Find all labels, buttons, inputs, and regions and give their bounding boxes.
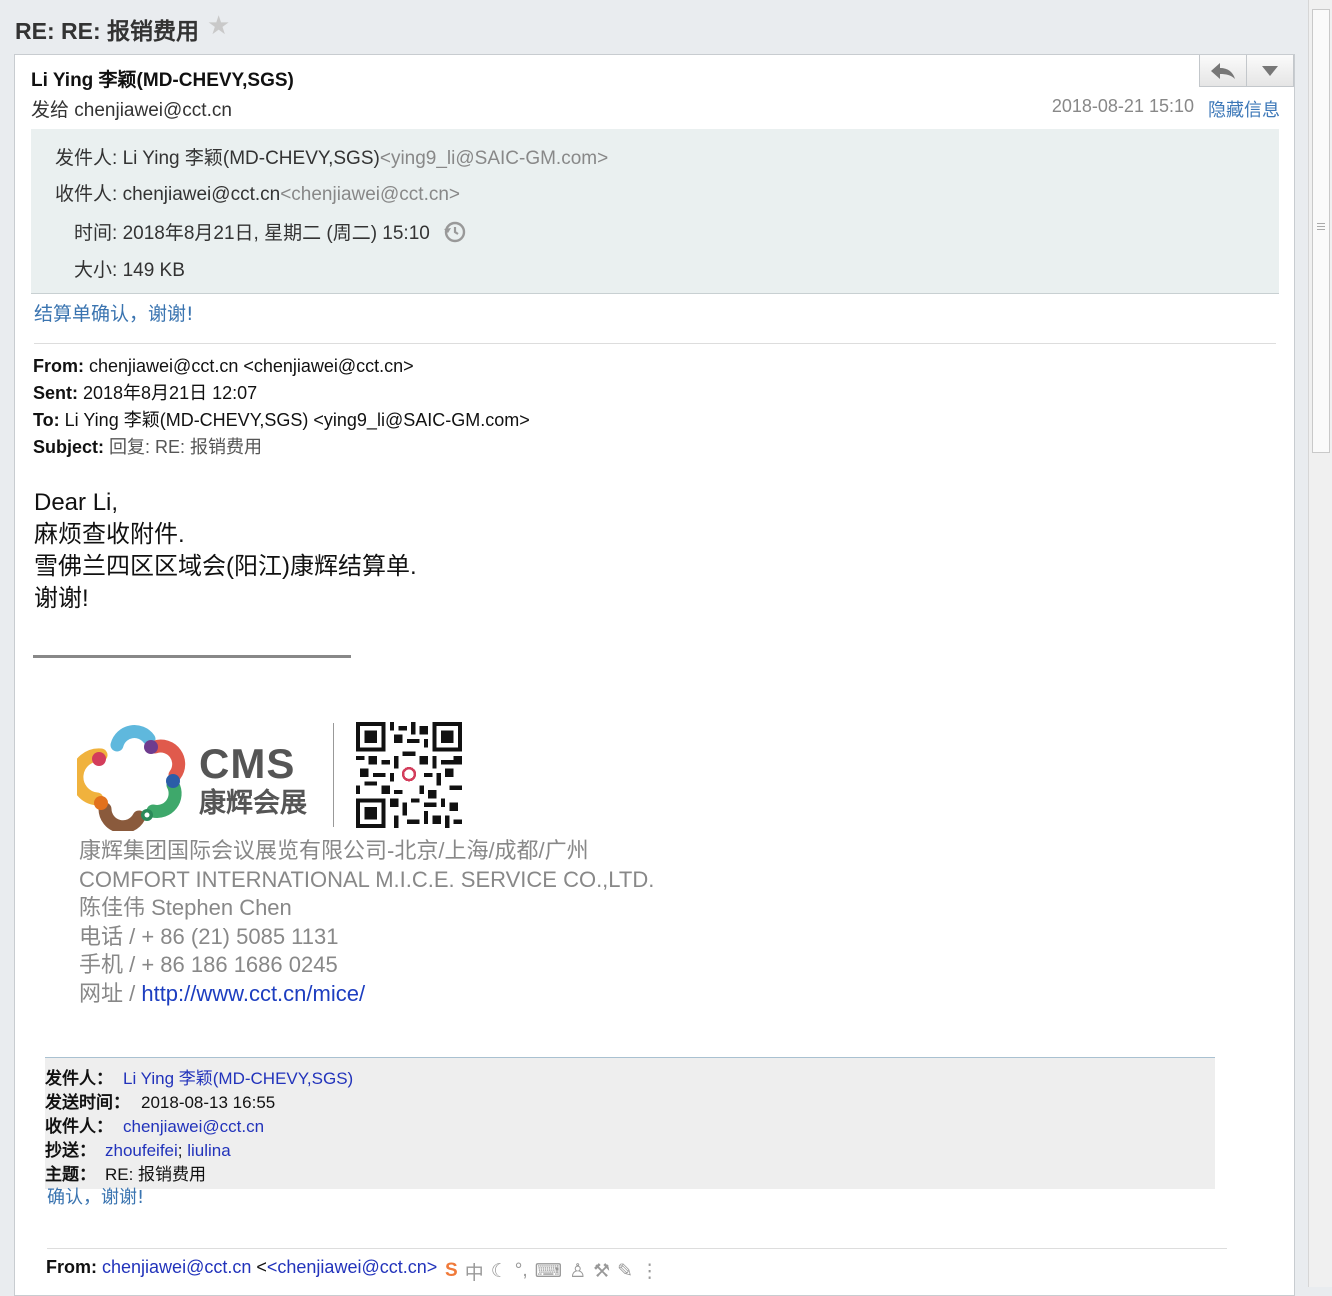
meta-from-email[interactable]: <ying9_li@SAIC-GM.com>	[380, 148, 608, 169]
fwd-cc-value[interactable]: liulina	[187, 1141, 230, 1160]
fwd-subject-value: RE: 报销费用	[105, 1165, 207, 1184]
meta-to-label: 收件人:	[55, 184, 123, 205]
meta-to: 收件人: chenjiawei@cct.cn<chenjiawei@cct.cn…	[55, 179, 460, 206]
vertical-scrollbar[interactable]	[1308, 0, 1332, 1287]
email-meta-panel: 发件人: Li Ying 李颖(MD-CHEVY,SGS)<ying9_li@S…	[31, 129, 1279, 294]
logo-subtitle: 康辉会展	[199, 788, 307, 818]
sig-website-link[interactable]: http://www.cct.cn/mice/	[141, 981, 365, 1006]
meta-to-name[interactable]: chenjiawei@cct.cn	[123, 184, 281, 205]
orig-from-label: From:	[33, 356, 84, 376]
ime-toolbar: S 中 ☾ °, ⌨ ♙ ⚒ ✎ ⋮	[443, 1256, 725, 1286]
body-greeting: Dear Li,	[34, 489, 119, 516]
scrollbar-thumb[interactable]	[1312, 9, 1330, 453]
signature-divider	[33, 655, 351, 658]
more-actions-button[interactable]	[1246, 55, 1293, 86]
from2-bracket-link[interactable]: <chenjiawei@cct.cn>	[267, 1257, 437, 1277]
body-line: 谢谢!	[34, 585, 89, 612]
qr-code-icon	[356, 722, 462, 828]
send-to: 发给 chenjiawei@cct.cn	[31, 100, 232, 121]
second-original-from: From: chenjiawei@cct.cn <<chenjiawei@cct…	[46, 1257, 437, 1278]
fwd-cc-label: 抄送：	[45, 1141, 96, 1160]
fwd-to-label: 收件人：	[45, 1117, 113, 1136]
wrench-icon[interactable]: ⚒	[593, 1260, 610, 1283]
sig-person: 陈佳伟 Stephen Chen	[79, 895, 292, 921]
meta-size-value: 149 KB	[122, 260, 185, 281]
fwd-to-value[interactable]: chenjiawei@cct.cn	[123, 1117, 264, 1136]
star-icon[interactable]: ★	[207, 10, 230, 41]
from2-label: From:	[46, 1257, 97, 1277]
meta-from-name[interactable]: Li Ying 李颖(MD-CHEVY,SGS)	[123, 148, 380, 169]
divider	[47, 1248, 1227, 1249]
meta-from-label: 发件人:	[55, 148, 123, 169]
from2-bracket-email: <<chenjiawei@cct.cn>	[256, 1257, 438, 1277]
moon-icon[interactable]: ☾	[491, 1260, 508, 1283]
orig-sent-label: Sent:	[33, 383, 78, 403]
edit-icon[interactable]: ✎	[617, 1260, 633, 1283]
body-line: 雪佛兰四区区域会(阳江)康辉结算单.	[34, 553, 417, 580]
signature-block: 康辉集团国际会议展览有限公司-北京/上海/成都/广州 COMFORT INTER…	[79, 837, 654, 1009]
from2-email[interactable]: chenjiawei@cct.cn	[102, 1257, 251, 1277]
orig-sent-value: 2018年8月21日 12:07	[78, 383, 258, 403]
reply-message: 结算单确认，谢谢!	[34, 303, 194, 325]
meta-from: 发件人: Li Ying 李颖(MD-CHEVY,SGS)<ying9_li@S…	[55, 143, 608, 170]
subject-bar: RE: RE: 报销费用 ★	[0, 0, 1308, 54]
email-subject: RE: RE: 报销费用	[15, 18, 199, 44]
sig-company-cn: 康辉集团国际会议展览有限公司-北京/上海/成都/广州	[79, 838, 589, 863]
meta-to-email[interactable]: <chenjiawei@cct.cn>	[280, 184, 460, 205]
fwd-cc-value[interactable]: zhoufeifei	[105, 1141, 178, 1160]
meta-size: 大小: 149 KB	[74, 255, 185, 282]
body-line: 麻烦查收附件.	[34, 521, 185, 548]
fwd-cc-separator: ;	[177, 1141, 183, 1160]
action-buttons	[1199, 55, 1294, 87]
meta-time: 时间: 2018年8月21日, 星期二 (周二) 15:10	[74, 218, 467, 245]
user-icon[interactable]: ♙	[569, 1260, 586, 1283]
history-icon[interactable]	[443, 220, 467, 244]
reply-icon	[1211, 62, 1235, 79]
fwd-sent-value: 2018-08-13 16:55	[141, 1093, 276, 1112]
ime-mode-toggle[interactable]: 中	[465, 1258, 484, 1285]
meta-size-label: 大小:	[74, 260, 123, 281]
keyboard-icon[interactable]: ⌨	[535, 1260, 562, 1283]
sender-name: Li Ying 李颖(MD-CHEVY,SGS)	[31, 70, 294, 91]
message-body: Dear Li, 麻烦查收附件. 雪佛兰四区区域会(阳江)康辉结算单. 谢谢!	[34, 487, 417, 615]
forwarded-reply-text: 确认，谢谢!	[47, 1187, 145, 1208]
email-view: Li Ying 李颖(MD-CHEVY,SGS) 发给 chenjiawei@c…	[14, 54, 1295, 1296]
orig-to-label: To:	[33, 410, 60, 430]
meta-time-value: 2018年8月21日, 星期二 (周二) 15:10	[122, 223, 430, 244]
sig-mobile: 手机 / + 86 186 1686 0245	[79, 952, 338, 978]
forward-info-box: 发件人： Li Ying 李颖(MD-CHEVY,SGS) 发送时间： 2018-0…	[45, 1058, 1215, 1189]
cms-logo-icon	[77, 725, 186, 831]
forwarded-header: 发件人： Li Ying 李颖(MD-CHEVY,SGS) 发送时间： 2018-0…	[45, 1057, 1215, 1189]
orig-subject-value: 回复: RE: 报销费用	[104, 437, 263, 457]
divider	[34, 343, 1276, 344]
orig-to-value: Li Ying 李颖(MD-CHEVY,SGS) <ying9_li@SAIC-…	[59, 410, 530, 430]
original-message-header: From: chenjiawei@cct.cn <chenjiawei@cct.…	[33, 353, 530, 461]
punctuation-icon[interactable]: °,	[515, 1260, 528, 1282]
orig-subject-label: Subject:	[33, 437, 105, 457]
meta-time-label: 时间:	[74, 223, 123, 244]
reply-button[interactable]	[1200, 55, 1246, 86]
logo-divider	[333, 723, 334, 827]
ime-logo-icon[interactable]: S	[445, 1260, 458, 1282]
fwd-from-value[interactable]: Li Ying 李颖(MD-CHEVY,SGS)	[123, 1069, 353, 1088]
sig-company-en: COMFORT INTERNATIONAL M.I.C.E. SERVICE C…	[79, 866, 655, 892]
email-datetime: 2018-08-21 15:10	[1051, 96, 1194, 116]
more-icon[interactable]: ⋮	[640, 1260, 659, 1283]
chevron-down-icon	[1262, 65, 1278, 76]
sig-phone: 电话 / + 86 (21) 5085 1131	[79, 923, 339, 949]
hide-info-link[interactable]: 隐藏信息	[1208, 96, 1280, 122]
orig-from-value: chenjiawei@cct.cn <chenjiawei@cct.cn>	[84, 356, 414, 376]
scrollbar-grip-icon	[1317, 223, 1325, 232]
fwd-sent-label: 发送时间：	[45, 1093, 130, 1112]
sig-website-label: 网址 /	[79, 980, 142, 1006]
fwd-from-label: 发件人：	[45, 1069, 113, 1088]
